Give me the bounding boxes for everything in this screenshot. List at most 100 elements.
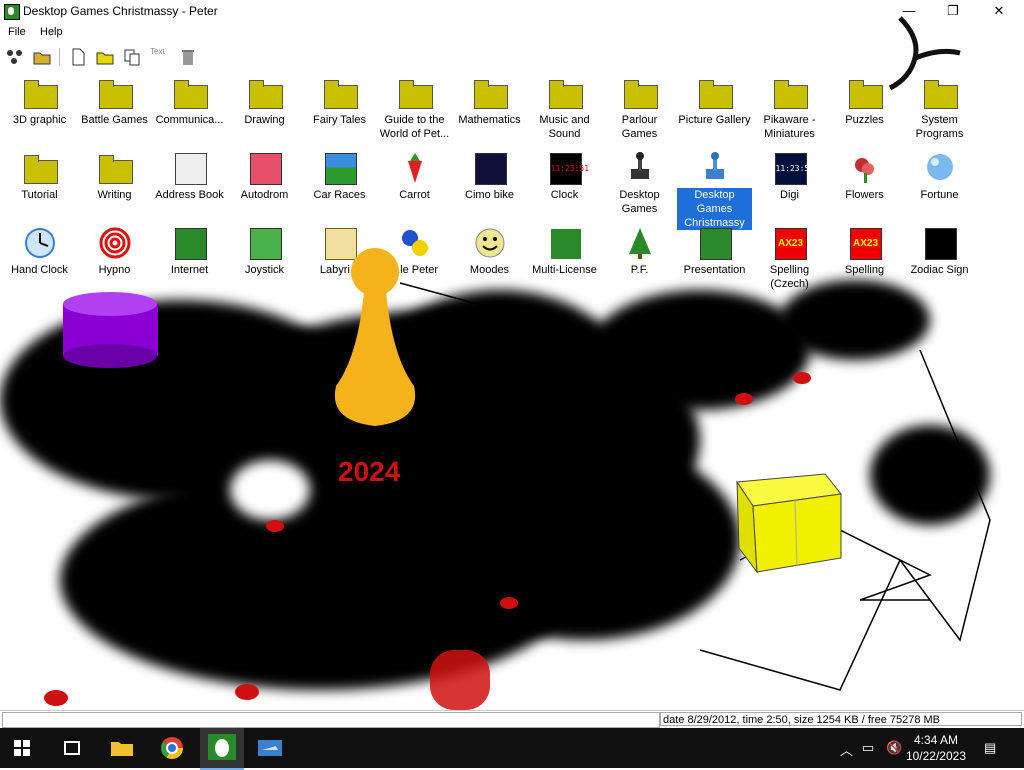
taskbar-clock[interactable]: 4:34 AM 10/22/2023	[906, 732, 966, 764]
item-label: Spelling (Czech)	[769, 264, 810, 290]
folder-icon	[473, 76, 508, 110]
folder-picture-gallery[interactable]: Picture Gallery	[677, 72, 752, 127]
folder-fairy-tales[interactable]: Fairy Tales	[302, 72, 377, 127]
item-label: Clock	[550, 189, 579, 201]
app-desktop-games[interactable]: Desktop Games	[602, 147, 677, 216]
folder-puzzles[interactable]: Puzzles	[827, 72, 902, 127]
spelling-icon-text: AX23	[849, 228, 882, 260]
app-internet[interactable]: Internet	[152, 222, 227, 277]
app-presentation[interactable]: Presentation	[677, 222, 752, 277]
folder-system-programs[interactable]: System Programs	[902, 72, 977, 141]
file-explorer-icon[interactable]	[108, 734, 136, 762]
joystick-dark-icon	[623, 151, 657, 185]
maximize-button[interactable]: ❐	[930, 0, 976, 24]
app-autodrom[interactable]: Autodrom	[227, 147, 302, 202]
item-label: Spelling	[844, 264, 885, 276]
app-address-book[interactable]: Address Book	[152, 147, 227, 202]
window-title: Desktop Games Christmassy - Peter	[23, 4, 218, 18]
folder-mathematics[interactable]: Mathematics	[452, 72, 527, 127]
item-label: Communica...	[155, 114, 224, 126]
close-button[interactable]: ✕	[976, 0, 1022, 24]
app-digi[interactable]: 11:23:51 Digi	[752, 147, 827, 202]
app-hand-clock[interactable]: Hand Clock	[2, 222, 77, 277]
folder-battle-games[interactable]: Battle Games	[77, 72, 152, 127]
task-view-icon[interactable]	[58, 734, 86, 762]
item-label: Fortune	[920, 189, 959, 201]
menu-help[interactable]: Help	[40, 26, 63, 38]
folder-drawing[interactable]: Drawing	[227, 72, 302, 127]
shark-app-icon[interactable]	[256, 734, 284, 762]
folder-writing[interactable]: Writing	[77, 147, 152, 202]
item-label: P.F.	[630, 264, 649, 276]
app-fortune[interactable]: Fortune	[902, 147, 977, 202]
folder-3d-graphic[interactable]: 3D graphic	[2, 72, 77, 127]
start-windows-icon[interactable]	[8, 734, 36, 762]
app-spelling-czech[interactable]: AX23 Spelling (Czech)	[752, 222, 827, 291]
minimize-button[interactable]: —	[886, 0, 932, 24]
clock-icon: 11:23:51	[548, 151, 589, 185]
open-folder-icon[interactable]	[32, 47, 52, 67]
app-desktop-games-christmassy[interactable]: Desktop Games Christmassy	[677, 147, 752, 230]
christmas-tree-icon	[623, 226, 657, 260]
volume-muted-icon[interactable]: 🔇	[886, 740, 902, 756]
app-carrot[interactable]: Carrot	[377, 147, 452, 202]
folder-guide-to-world[interactable]: Guide to the World of Pet...	[377, 72, 452, 141]
app-cimo-bike[interactable]: Cimo bike	[452, 147, 527, 202]
taskbar-desktop-games-button[interactable]	[200, 728, 244, 770]
app-multi-license[interactable]: Multi-License	[527, 222, 602, 277]
app-joystick[interactable]: Joystick	[227, 222, 302, 277]
app-car-races[interactable]: Car Races	[302, 147, 377, 202]
item-label: Flowers	[845, 189, 884, 201]
item-label: Writing	[97, 189, 132, 201]
trash-icon[interactable]	[178, 47, 198, 67]
network-icon[interactable]	[5, 47, 25, 67]
item-label: Drawing	[244, 114, 285, 126]
cimo-bike-icon	[473, 151, 507, 185]
app-labyrinth[interactable]: Labyri...	[302, 222, 377, 277]
folder-icon	[23, 151, 58, 185]
spelling-icon: AX23	[773, 226, 807, 260]
app-clock[interactable]: 11:23:51 Clock	[527, 147, 602, 202]
chrome-icon[interactable]	[158, 734, 186, 762]
item-label: Hand Clock	[11, 264, 68, 276]
new-folder-icon[interactable]	[95, 47, 115, 67]
app-zodiac-sign[interactable]: Zodiac Sign	[902, 222, 977, 277]
presentation-icon	[698, 226, 732, 260]
notifications-icon[interactable]: ▤	[984, 740, 996, 756]
app-moodes[interactable]: Moodes	[452, 222, 527, 277]
folder-music-and-sound[interactable]: Music and Sound	[527, 72, 602, 141]
item-label: Battle Games	[81, 114, 148, 126]
item-label: Parlour Games	[621, 114, 658, 140]
text-tool-button[interactable]: Text	[150, 47, 170, 67]
folder-icon	[173, 76, 208, 110]
folder-parlour-games[interactable]: Parlour Games	[602, 72, 677, 141]
new-file-icon[interactable]	[68, 47, 88, 67]
item-label: System Programs	[915, 114, 964, 140]
network-tray-icon[interactable]: ▭	[862, 740, 874, 756]
spelling-icon: AX23	[848, 226, 882, 260]
item-label: Presentation	[683, 264, 746, 276]
item-label: Carrot	[399, 189, 430, 201]
clock-time: 4:34 AM	[913, 733, 958, 747]
app-spelling[interactable]: AX23 Spelling	[827, 222, 902, 277]
item-label: Zodiac Sign	[910, 264, 969, 276]
folder-communication[interactable]: Communica...	[152, 72, 227, 127]
item-label: Car Races	[313, 189, 366, 201]
app-little-peter[interactable]: ...le Peter	[377, 222, 452, 277]
item-label: Guide to the World of Pet...	[379, 114, 450, 140]
app-flowers[interactable]: Flowers	[827, 147, 902, 202]
menu-bar: File Help	[0, 24, 1024, 42]
copy-icon[interactable]	[122, 47, 142, 67]
app-pf[interactable]: P.F.	[602, 222, 677, 277]
labyrinth-icon	[323, 226, 357, 260]
tray-chevron-icon[interactable]: ︿	[840, 740, 853, 759]
app-rabbit-icon	[4, 4, 20, 20]
text-tool-label: Text	[150, 47, 165, 56]
folder-tutorial[interactable]: Tutorial	[2, 147, 77, 202]
menu-file[interactable]: File	[8, 26, 26, 38]
rabbit-app-icon	[208, 734, 236, 760]
clock-date: 10/22/2023	[905, 749, 966, 763]
app-hypno[interactable]: Hypno	[77, 222, 152, 277]
spelling-icon-text: AX23	[774, 228, 807, 260]
folder-pikaware-miniatures[interactable]: Pikaware - Miniatures	[752, 72, 827, 141]
